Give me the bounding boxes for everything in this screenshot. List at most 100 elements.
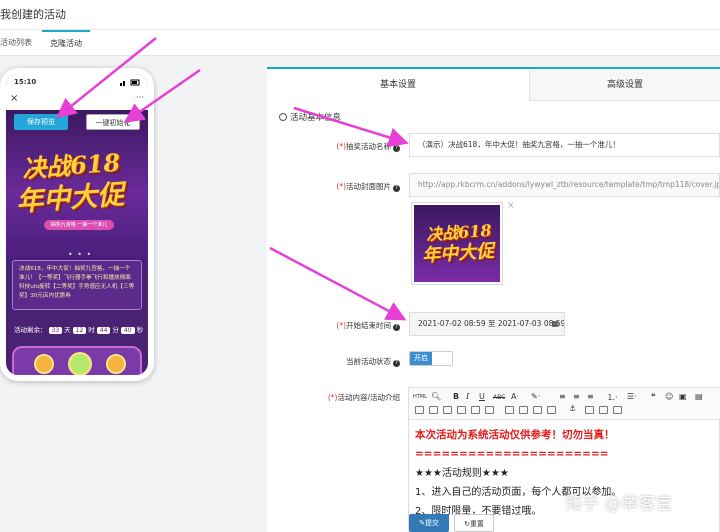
insert-col-icon[interactable] xyxy=(443,406,452,414)
watermark: 知乎 @举客宝 xyxy=(565,494,673,514)
required-mark: (*) xyxy=(336,182,346,191)
image-icon[interactable]: ▣ xyxy=(679,392,687,401)
top-tabs: 活动列表 克隆活动 xyxy=(0,30,720,56)
carousel-dots: • • • xyxy=(68,250,93,259)
prize-icon xyxy=(106,354,126,374)
help-icon[interactable]: ? xyxy=(393,360,400,367)
insert-image-icon[interactable] xyxy=(585,406,594,414)
italic-icon[interactable]: I xyxy=(466,392,469,401)
required-mark: (*) xyxy=(336,142,346,151)
label-text: 活动封面图片 xyxy=(346,182,391,191)
countdown-unit-minute: 分 xyxy=(112,326,119,334)
emoji-icon[interactable]: ☺ xyxy=(665,392,673,401)
merge-cells-icon[interactable] xyxy=(485,406,494,414)
delete-col-icon[interactable] xyxy=(471,406,480,414)
countdown-unit-day: 天 xyxy=(64,326,71,334)
one-click-init-button[interactable]: 一键初始化 xyxy=(86,114,140,130)
time-range-value: 2021-07-02 08:59 至 2021-07-03 08:59 xyxy=(418,319,565,328)
editor-line: ====================== xyxy=(415,448,609,460)
delete-table-icon[interactable] xyxy=(547,406,556,414)
help-icon[interactable]: ? xyxy=(393,324,400,331)
countdown-label: 活动剩余： xyxy=(14,326,47,334)
activity-name-input[interactable]: （演示）决战618，年中大促！抽奖九宫格，一抽一个准儿！ xyxy=(409,133,720,157)
editor-toolbar: HTML 🔍︎ B I U ABC A· ✎· ≡ ≡ ≡ ⒈· ☰· ❝ ☺ … xyxy=(409,388,720,420)
help-icon[interactable]: ? xyxy=(393,185,400,192)
tab-activity-list[interactable]: 活动列表 xyxy=(0,30,40,56)
delete-row-icon[interactable] xyxy=(457,406,466,414)
more-icon[interactable]: ··· xyxy=(136,93,144,102)
insert-row-icon[interactable] xyxy=(429,406,438,414)
file-icon[interactable]: ▤ xyxy=(695,392,703,401)
activity-status-toggle[interactable]: 开启 xyxy=(409,351,453,366)
align-center-icon[interactable]: ≡ xyxy=(573,392,580,401)
poster-ribbon: 抽奖九宫格 一抽一个准儿 xyxy=(44,220,114,230)
prize-icon xyxy=(34,354,54,374)
phone-screen: 15:10 × ··· 保存预览 一键初始化 决战618 年中大促 抽奖九宫格 … xyxy=(6,74,148,375)
poster-title-line2: 年中大促 xyxy=(15,179,126,218)
align-left-icon[interactable]: ≡ xyxy=(559,392,566,401)
highlight-icon[interactable]: ✎· xyxy=(531,392,540,401)
rich-text-editor[interactable]: HTML 🔍︎ B I U ABC A· ✎· ≡ ≡ ≡ ⒈· ☰· ❝ ☺ … xyxy=(408,387,720,532)
table-icon[interactable] xyxy=(415,406,424,414)
countdown: 活动剩余： 33 天 12 时 44 分 40 秒 xyxy=(14,324,143,334)
save-preview-button[interactable]: 保存预览 xyxy=(14,114,68,130)
strikethrough-icon[interactable]: ABC xyxy=(493,394,505,401)
signal-battery-icon xyxy=(120,79,140,86)
submit-button[interactable]: ✎提交 xyxy=(409,514,449,532)
anchor-icon[interactable]: ⚓ xyxy=(569,404,576,413)
label-activity-name: (*)抽奖活动名称? xyxy=(336,141,400,152)
submit-label: 提交 xyxy=(424,519,439,527)
tab-advanced-settings[interactable]: 高级设置 xyxy=(529,69,720,101)
countdown-minutes: 44 xyxy=(96,327,111,334)
section-basic-info: 活动基本信息 xyxy=(279,111,341,123)
align-right-icon[interactable]: ≡ xyxy=(587,392,594,401)
font-color-icon[interactable]: A· xyxy=(511,392,519,401)
phone-preview: 15:10 × ··· 保存预览 一键初始化 决战618 年中大促 抽奖九宫格 … xyxy=(0,68,154,381)
help-icon[interactable]: ? xyxy=(393,145,400,152)
time-range-input[interactable]: 2021-07-02 08:59 至 2021-07-03 08:59 ▦ xyxy=(409,312,565,336)
window-title: 我创建的活动 xyxy=(0,8,66,21)
countdown-days: 33 xyxy=(48,327,63,334)
editor-line: 本次活动为系统活动仅供参考！切勿当真！ xyxy=(415,429,615,441)
prize-icon xyxy=(68,352,92,375)
lottery-grid xyxy=(12,346,142,375)
required-mark: (*) xyxy=(336,321,346,330)
tab-basic-settings[interactable]: 基本设置 xyxy=(267,69,529,101)
reset-label: 重置 xyxy=(469,520,484,528)
bold-icon[interactable]: B xyxy=(453,392,459,401)
remove-image-icon[interactable]: × xyxy=(507,201,515,211)
cell-props-icon[interactable] xyxy=(533,406,542,414)
table-props-icon[interactable] xyxy=(519,406,528,414)
toggle-on-label: 开启 xyxy=(410,352,432,365)
window-titlebar: 我创建的活动 xyxy=(0,0,720,30)
cover-image-url-input[interactable]: http://app.rkbcrm.cn/addons/lywywl_ztb/r… xyxy=(409,173,720,197)
underline-icon[interactable]: U xyxy=(479,392,485,401)
phone-time: 15:10 xyxy=(14,78,37,86)
editor-line: ★★★活动规则★★★ xyxy=(415,468,509,479)
calendar-icon: ▦ xyxy=(551,319,559,328)
activity-description: 决战618，年中大促！抽奖九宫格，一抽一个准儿！【一等奖】飞行器手拳飞行和播放侧… xyxy=(12,260,142,310)
tab-clone-activity[interactable]: 克隆活动 xyxy=(42,30,90,56)
ordered-list-icon[interactable]: ⒈· xyxy=(607,392,618,403)
reset-button[interactable]: ↻重置 xyxy=(454,514,494,532)
quote-icon[interactable]: ❝ xyxy=(651,392,656,401)
video-icon[interactable] xyxy=(599,406,608,414)
label-text: 活动内容/活动介绍 xyxy=(337,393,400,402)
label-text: 当前活动状态 xyxy=(346,357,391,366)
countdown-unit-hour: 时 xyxy=(88,326,95,334)
label-activity-status: 当前活动状态? xyxy=(346,356,400,367)
close-icon[interactable]: × xyxy=(10,93,18,104)
search-icon[interactable]: 🔍︎ xyxy=(431,392,441,401)
cover-image-thumbnail[interactable]: 决战618 年中大促 xyxy=(411,202,503,285)
countdown-hours: 12 xyxy=(72,327,87,334)
countdown-seconds: 40 xyxy=(120,327,135,334)
label-activity-content: (*)活动内容/活动介绍 xyxy=(328,392,400,403)
label-time-range: (*)开始结束时间? xyxy=(336,320,400,331)
html-source-button[interactable]: HTML xyxy=(413,394,427,400)
unordered-list-icon[interactable]: ☰· xyxy=(627,392,637,401)
copy-format-icon[interactable] xyxy=(613,406,622,414)
cover-title-line2: 年中大促 xyxy=(421,240,495,267)
poster-image: 保存预览 一键初始化 决战618 年中大促 抽奖九宫格 一抽一个准儿 xyxy=(6,110,148,260)
split-cells-icon[interactable] xyxy=(505,406,514,414)
label-text: 开始结束时间 xyxy=(346,321,391,330)
